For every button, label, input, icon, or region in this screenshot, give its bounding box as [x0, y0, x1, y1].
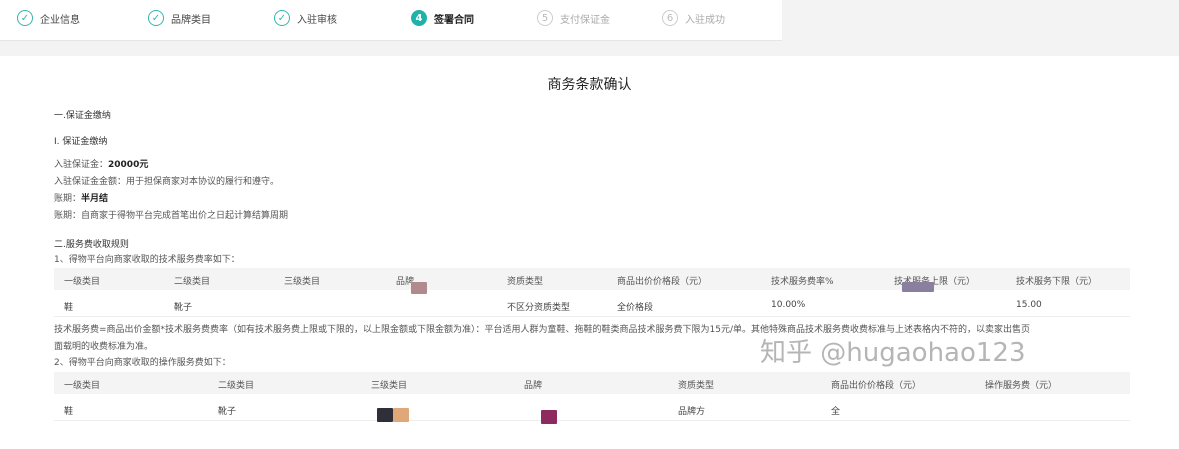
cell: 鞋: [64, 303, 74, 313]
table-header: 一级类目 二级类目 三级类目 品牌 资质类型 商品出价价格段（元） 技术服务费率…: [54, 268, 1130, 294]
column-header: 品牌: [524, 381, 543, 391]
column-header: 三级类目: [284, 277, 321, 287]
section-heading: 一.保证金缴纳: [54, 111, 111, 121]
step-label: 签署合同: [434, 14, 474, 26]
step-number: 6: [662, 10, 678, 26]
fee-item-1: 1、得物平台向商家收取的技术服务费率如下：: [54, 255, 240, 265]
column-header: 资质类型: [507, 277, 544, 287]
cell: 品牌方: [678, 407, 706, 417]
table-header: 一级类目 二级类目 三级类目 品牌 资质类型 商品出价价格段（元） 操作服务费（…: [54, 372, 1130, 394]
cell: 全价格段: [617, 303, 654, 313]
table-row: 鞋 靴子 品牌方 全: [54, 398, 1130, 424]
step-brand-category[interactable]: ✓ 品牌类目: [148, 8, 211, 28]
redacted-brand: [541, 410, 557, 424]
fee-note-cont: 面载明的收费标准为准。: [54, 342, 154, 352]
progress-stepper: ✓ 企业信息 ✓ 品牌类目 ✓ 入驻审核 4 签署合同 5 支付保证金 6 入驻…: [0, 0, 782, 41]
column-header: 二级类目: [218, 381, 255, 391]
check-icon: ✓: [17, 10, 33, 26]
step-number: 4: [411, 10, 427, 26]
deposit-line: 入驻保证金：20000元: [54, 157, 148, 170]
column-header: 技术服务下限（元）: [1016, 277, 1098, 287]
column-header: 三级类目: [371, 381, 408, 391]
period-line: 账期：半月结: [54, 191, 108, 204]
step-label: 支付保证金: [560, 14, 610, 26]
page-title: 商务条款确认: [547, 77, 632, 93]
step-company-info[interactable]: ✓ 企业信息: [17, 8, 80, 28]
contract-page: 商务条款确认 一.保证金缴纳 I. 保证金缴纳 入驻保证金：20000元 入驻保…: [0, 56, 1179, 449]
cell: 靴子: [218, 407, 237, 417]
column-header: 商品出价价格段（元）: [617, 277, 708, 287]
period-desc: 账期：自商家于得物平台完成首笔出价之日起计算结算周期: [54, 211, 289, 221]
redacted-category: [377, 408, 393, 422]
step-label: 品牌类目: [171, 14, 211, 26]
cell: 不区分资质类型: [507, 303, 571, 313]
column-header: 商品出价价格段（元）: [831, 381, 922, 391]
column-header: 技术服务费率%: [771, 277, 834, 287]
step-label: 入驻成功: [685, 14, 725, 26]
column-header: 操作服务费（元）: [985, 381, 1058, 391]
cell: 鞋: [64, 407, 74, 417]
step-sign-contract[interactable]: 4 签署合同: [411, 8, 474, 28]
step-number: 5: [537, 10, 553, 26]
period-label: 账期：: [54, 194, 82, 204]
table-row: 鞋 靴子 不区分资质类型 全价格段 10.00% 15.00: [54, 294, 1130, 317]
fee-item-2: 2、得物平台向商家收取的操作服务费如下：: [54, 358, 231, 368]
step-label: 企业信息: [40, 14, 80, 26]
check-icon: ✓: [274, 10, 290, 26]
redacted-brand: [411, 282, 427, 294]
column-header: 资质类型: [678, 381, 715, 391]
section-heading: 二.服务费收取规则: [54, 240, 129, 250]
check-icon: ✓: [148, 10, 164, 26]
cell: 10.00%: [771, 300, 806, 310]
watermark: 知乎 @hugaohao123: [760, 338, 1026, 368]
deposit-desc: 入驻保证金金额：用于担保商家对本协议的履行和遵守。: [54, 177, 280, 187]
step-label: 入驻审核: [297, 14, 337, 26]
cell: 15.00: [1016, 300, 1042, 310]
column-header: 一级类目: [64, 277, 101, 287]
subsection-heading: I. 保证金缴纳: [54, 137, 108, 147]
column-header: 一级类目: [64, 381, 101, 391]
deposit-value: 20000元: [108, 160, 149, 170]
step-success[interactable]: 6 入驻成功: [662, 8, 725, 28]
redacted-category: [393, 408, 409, 422]
cell: 靴子: [174, 303, 193, 313]
cell: 全: [831, 407, 841, 417]
period-value: 半月结: [81, 194, 109, 204]
redacted-value: [902, 282, 934, 292]
column-header: 二级类目: [174, 277, 211, 287]
deposit-label: 入驻保证金：: [54, 160, 109, 170]
step-pay-deposit[interactable]: 5 支付保证金: [537, 8, 610, 28]
step-review[interactable]: ✓ 入驻审核: [274, 8, 337, 28]
